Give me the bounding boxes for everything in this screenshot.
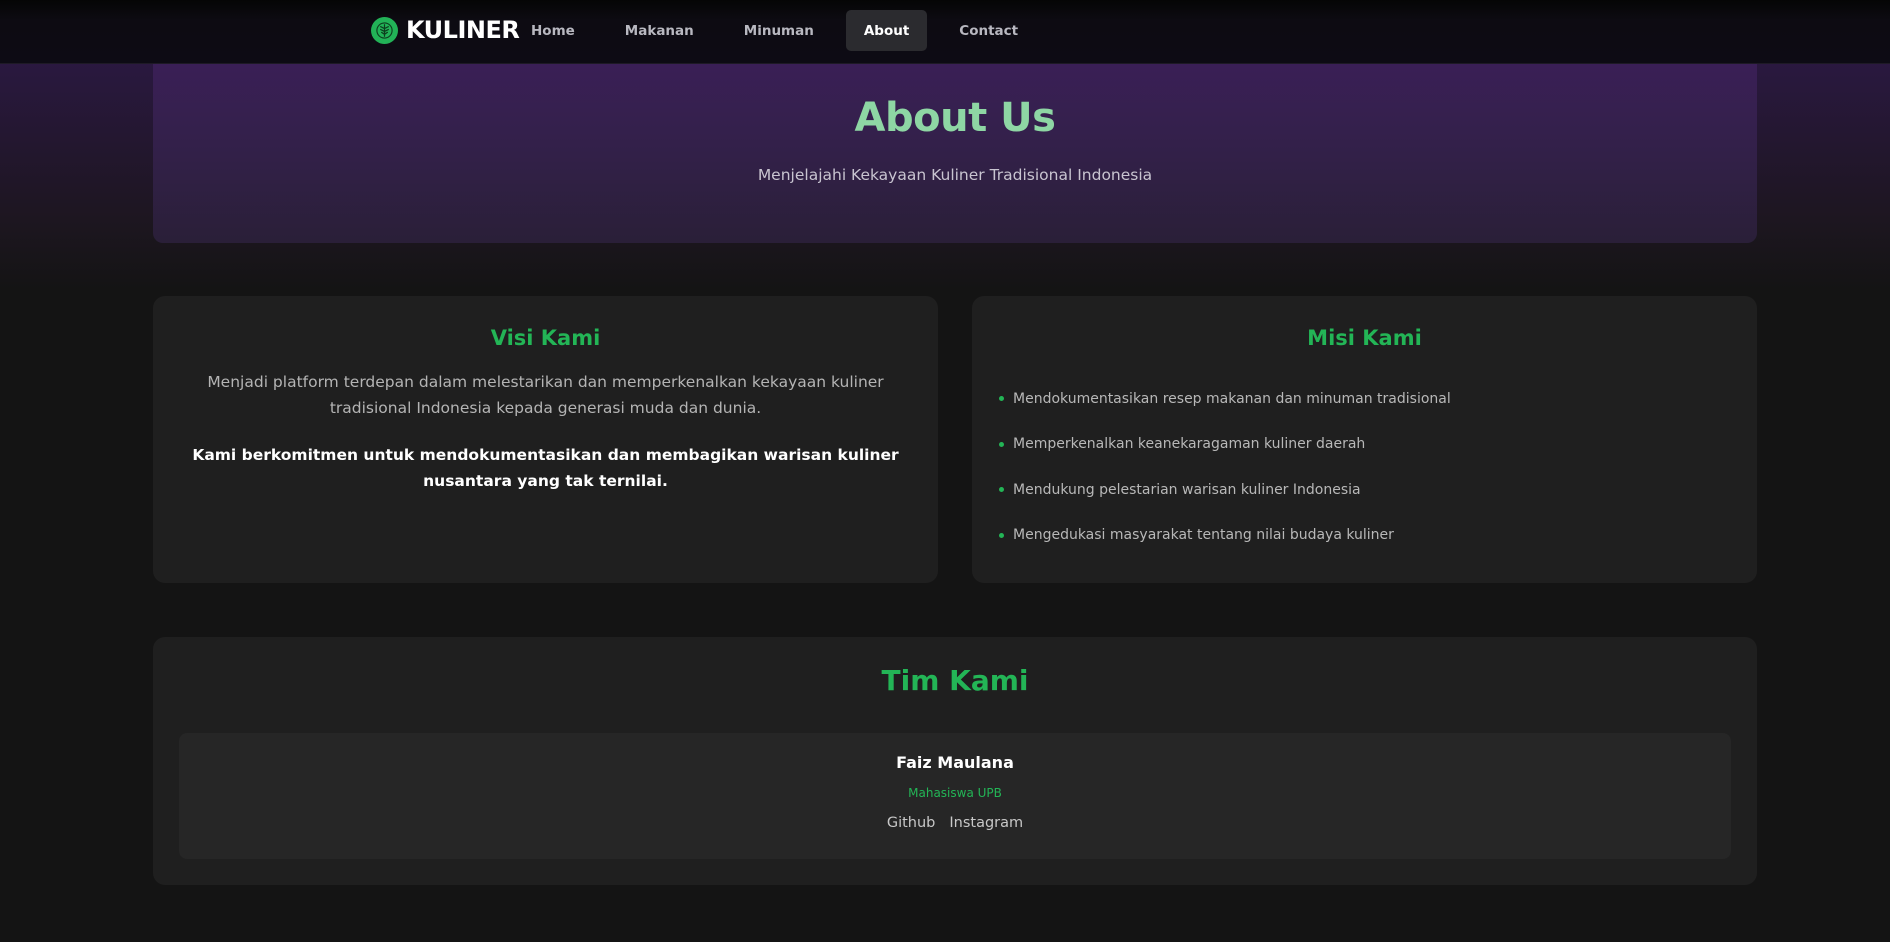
- bullet-icon: [999, 441, 1004, 447]
- visi-text: Menjadi platform terdepan dalam melestar…: [207, 373, 884, 417]
- visi-commitment: Kami berkomitmen untuk mendokumentasikan…: [192, 446, 899, 490]
- misi-item-text: Mendokumentasikan resep makanan dan minu…: [1013, 390, 1451, 407]
- bullet-icon: [999, 396, 1004, 402]
- brand-name: KULINER: [406, 16, 520, 44]
- page-subtitle: Menjelajahi Kekayaan Kuliner Tradisional…: [757, 166, 1153, 184]
- misi-item: Memperkenalkan keanekaragaman kuliner da…: [999, 422, 1451, 468]
- bullet-icon: [999, 487, 1004, 493]
- github-link[interactable]: Github: [887, 815, 936, 831]
- misi-item: Mendokumentasikan resep makanan dan minu…: [999, 376, 1451, 422]
- nav-link-minuman[interactable]: Minuman: [726, 10, 832, 51]
- member-name: Faiz Maulana: [896, 753, 1014, 772]
- team-card: Tim Kami Faiz Maulana Mahasiswa UPB Gith…: [153, 637, 1757, 885]
- team-member-card: Faiz Maulana Mahasiswa UPB Github Instag…: [179, 733, 1731, 859]
- misi-item-text: Mendukung pelestarian warisan kuliner In…: [1013, 481, 1361, 498]
- misi-item: Mengedukasi masyarakat tentang nilai bud…: [999, 513, 1451, 559]
- visi-card: Visi Kami Menjadi platform terdepan dala…: [153, 296, 938, 583]
- member-role: Mahasiswa UPB: [908, 786, 1002, 800]
- bullet-icon: [999, 532, 1004, 538]
- misi-list: Mendokumentasikan resep makanan dan minu…: [999, 376, 1451, 558]
- visi-title: Visi Kami: [490, 326, 601, 350]
- misi-card: Misi Kami Mendokumentasikan resep makana…: [972, 296, 1757, 583]
- page-title: About Us: [854, 95, 1056, 141]
- misi-title: Misi Kami: [1307, 326, 1422, 350]
- leaf-emblem-icon: [371, 16, 398, 44]
- hero-banner: About Us Menjelajahi Kekayaan Kuliner Tr…: [153, 64, 1757, 243]
- nav-link-contact[interactable]: Contact: [941, 10, 1036, 51]
- nav-links: Home Makanan Minuman About Contact: [513, 10, 1050, 51]
- member-links: Github Instagram: [179, 815, 1731, 831]
- misi-item-text: Mengedukasi masyarakat tentang nilai bud…: [1013, 527, 1394, 544]
- misi-item: Mendukung pelestarian warisan kuliner In…: [999, 467, 1451, 513]
- instagram-link[interactable]: Instagram: [949, 815, 1023, 831]
- team-title: Tim Kami: [881, 664, 1029, 697]
- misi-item-text: Memperkenalkan keanekaragaman kuliner da…: [1013, 436, 1366, 453]
- navbar: KULINER Home Makanan Minuman About Conta…: [0, 0, 1890, 64]
- brand[interactable]: KULINER: [371, 16, 520, 44]
- nav-link-about[interactable]: About: [845, 10, 928, 51]
- nav-link-makanan[interactable]: Makanan: [607, 10, 712, 51]
- nav-link-home[interactable]: Home: [513, 10, 593, 51]
